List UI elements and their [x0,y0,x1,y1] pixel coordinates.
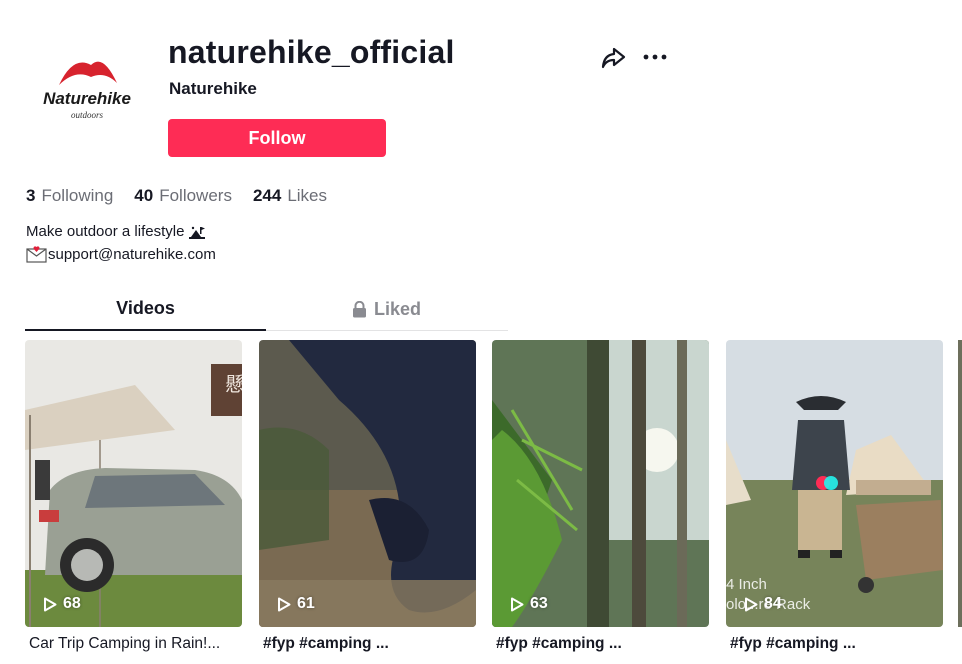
page-title-username: naturehike_official [168,34,455,70]
view-count: 68 [43,595,81,613]
profile-bio: Make outdoor a lifestyle support@natureh… [26,220,216,266]
view-count: 61 [277,595,315,613]
view-count: 63 [510,595,548,613]
stat-followers[interactable]: 40 Followers [134,186,232,206]
video-thumbnail[interactable]: 4 Inch olo...re Rack 84 [726,340,943,627]
video-card[interactable]: 61 #fyp #camping ... [259,340,476,653]
video-thumbnail[interactable]: 63 [492,340,709,627]
play-icon [745,597,758,611]
overlay-text: 4 Inch [726,576,767,593]
naturehike-logo: Naturehike outdoors [43,61,131,120]
envelope-icon [26,246,47,263]
stat-label: Followers [159,186,232,205]
logo-subtext: outdoors [71,110,104,120]
more-options-icon[interactable] [641,45,669,69]
logo-text: Naturehike [43,89,131,108]
overlay-text: 懸 [225,374,242,396]
video-caption[interactable]: #fyp #camping ... [726,635,943,653]
profile-tabs: Videos Liked [25,296,508,331]
lock-icon [352,300,366,317]
view-count-value: 68 [63,595,81,612]
tab-videos[interactable]: Videos [25,296,266,331]
stat-following[interactable]: 3 Following [26,186,113,206]
thumbnail-image [492,340,709,627]
tab-liked[interactable]: Liked [266,296,507,330]
avatar[interactable]: Naturehike outdoors [25,25,149,149]
stat-value: 3 [26,186,36,205]
play-icon [511,597,524,611]
thumbnail-image [25,340,242,627]
view-count: 84 [744,595,782,613]
video-caption[interactable]: Car Trip Camping in Rain!... [25,635,242,653]
bio-text: Make outdoor a lifestyle [26,223,185,240]
video-thumbnail[interactable]: 61 [259,340,476,627]
tab-label: Videos [116,298,175,318]
video-caption[interactable]: #fyp #camping ... [259,635,476,653]
bio-email[interactable]: support@naturehike.com [48,243,216,266]
thumbnail-image [259,340,476,627]
video-thumbnail[interactable]: 懸 68 [25,340,242,627]
camping-icon [189,226,206,239]
view-count-value: 63 [530,595,548,612]
next-video-peek [958,340,962,627]
stat-label: Likes [287,186,328,205]
video-card[interactable]: 4 Inch olo...re Rack 84 #fyp #camping ..… [726,340,943,653]
profile-nickname: Naturehike [169,79,257,98]
stat-likes: 244 Likes [253,186,327,206]
video-card[interactable]: 懸 68 Car Trip Camping in Rain!... [25,340,242,653]
view-count-value: 84 [764,595,782,612]
tab-label: Liked [373,298,421,319]
video-grid: 懸 68 Car Trip Camping in Rain!... 61 #fy… [25,340,962,664]
stat-label: Following [41,186,114,205]
video-caption[interactable]: #fyp #camping ... [492,635,709,653]
stat-value: 40 [134,186,154,205]
video-card[interactable]: 63 #fyp #camping ... [492,340,709,653]
follow-button[interactable]: Follow [168,119,386,157]
play-icon [44,597,57,611]
profile-stats: 3 Following 40 Followers 244 Likes [26,186,348,206]
share-icon[interactable] [600,45,626,71]
play-icon [278,597,291,611]
stat-value: 244 [252,186,282,205]
view-count-value: 61 [297,595,315,612]
